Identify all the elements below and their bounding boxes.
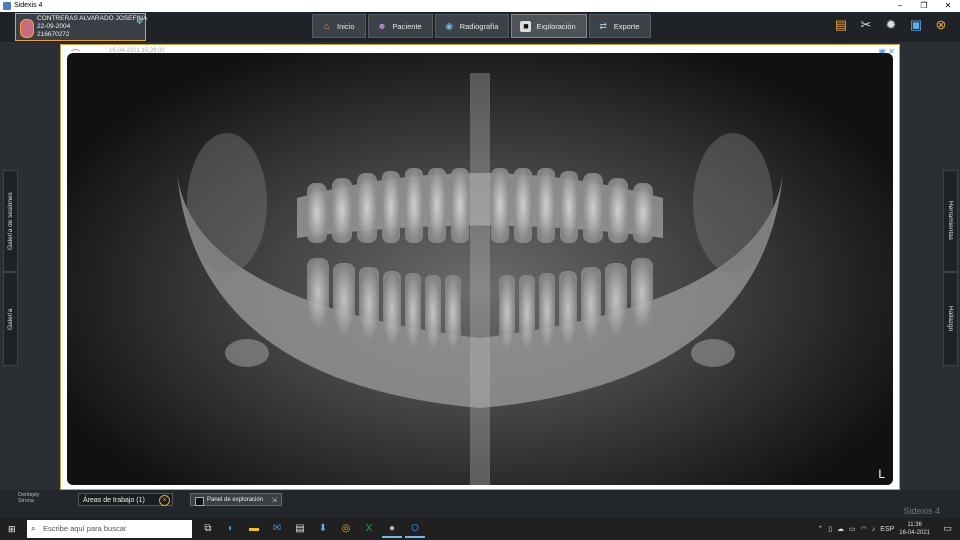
xray-icon: ◉ bbox=[445, 20, 454, 31]
nav-exporte[interactable]: ⇄ Exporte bbox=[588, 14, 651, 38]
brand-line2: Sirona bbox=[18, 498, 34, 504]
tab-galeria[interactable]: Galería bbox=[3, 272, 18, 366]
search-icon: ⌕ bbox=[31, 524, 36, 533]
taskbar-apps: ⧉ ◐ ▬ ✉ ▤ ⬇ ◎ X ● O bbox=[198, 520, 428, 538]
tools-icon[interactable]: ✂ bbox=[857, 16, 875, 34]
exploration-panel[interactable]: ⌒ 16-04-2021 15:28:00 ▣ ✕ bbox=[60, 44, 900, 490]
home-icon: ⌂ bbox=[323, 20, 330, 31]
patient-icon: ☻ bbox=[377, 20, 387, 31]
sidexis-app-icon[interactable]: ● bbox=[382, 520, 402, 538]
nav-label: Exporte bbox=[613, 21, 640, 31]
cloud-icon[interactable]: ☁ bbox=[837, 525, 844, 533]
windows-taskbar: ⊞ ⌕ Escribe aquí para buscar ⧉ ◐ ▬ ✉ ▤ ⬇… bbox=[0, 518, 960, 540]
sidexis-task-icon[interactable]: ⬇ bbox=[313, 520, 333, 538]
panel-icon bbox=[195, 497, 204, 506]
wifi-icon[interactable]: ◠ bbox=[861, 525, 867, 533]
network-icon[interactable]: ▭ bbox=[849, 525, 856, 533]
file-explorer-icon[interactable]: ▬ bbox=[244, 520, 264, 538]
close-button[interactable]: ✕ bbox=[936, 0, 960, 12]
nav-label: Radiografía bbox=[459, 21, 499, 31]
taskbar-search[interactable]: ⌕ Escribe aquí para buscar bbox=[27, 520, 192, 538]
nav-label: Inicio bbox=[337, 21, 355, 31]
chevron-up-icon[interactable]: ⌃ bbox=[817, 525, 823, 533]
volume-icon[interactable]: ♪ bbox=[872, 526, 876, 533]
windows-start-icon[interactable]: ⊞ bbox=[8, 524, 18, 534]
tab-label: Galería de sesiones bbox=[7, 192, 14, 250]
store-icon[interactable]: ▤ bbox=[290, 520, 310, 538]
clock[interactable]: 11:36 16-04-2021 bbox=[899, 521, 930, 537]
patient-id: 216670272 bbox=[37, 31, 70, 38]
outlook-icon[interactable]: O bbox=[405, 520, 425, 538]
exploration-icon: ■ bbox=[520, 20, 532, 32]
workspaces-tab[interactable]: Áreas de trabajo (1) × bbox=[78, 493, 173, 506]
nav-paciente[interactable]: ☻ Paciente bbox=[367, 14, 433, 38]
close-circle-icon[interactable]: ⊗ bbox=[932, 16, 950, 34]
app-name: Sidexis 4 bbox=[903, 506, 940, 516]
brand-logo: Dentsply Sirona bbox=[18, 492, 39, 504]
workflow-nav: ⌂ Inicio ☻ Paciente ◉ Radiografía ■ Expl… bbox=[312, 14, 653, 38]
close-icon[interactable]: × bbox=[159, 495, 170, 506]
window-titlebar: Sidexis 4 – ❐ ✕ bbox=[0, 0, 960, 12]
nav-exploracion[interactable]: ■ Exploración bbox=[511, 14, 587, 38]
task-view-icon[interactable]: ⧉ bbox=[198, 520, 218, 538]
orientation-marker: L bbox=[878, 467, 885, 481]
battery-icon[interactable]: ▯ bbox=[828, 525, 832, 533]
patient-card[interactable]: CONTRERAS ALVARADO JOSEFINA 22-09-2004 2… bbox=[15, 13, 148, 41]
exploration-panel-tab[interactable]: Panel de exploración ⇲ bbox=[190, 493, 282, 506]
tab-label: Galería bbox=[7, 308, 14, 330]
window-icon[interactable]: ▣ bbox=[907, 16, 925, 34]
notification-icon[interactable]: ▭ bbox=[943, 523, 952, 534]
clock-time: 11:36 bbox=[907, 522, 922, 528]
panel-label: Panel de exploración bbox=[207, 497, 264, 503]
notes-icon[interactable]: ▤ bbox=[832, 16, 850, 34]
top-bar: CONTRERAS ALVARADO JOSEFINA 22-09-2004 2… bbox=[0, 12, 960, 42]
tab-galeria-sesiones[interactable]: Galería de sesiones bbox=[3, 170, 18, 272]
maximize-button[interactable]: ❐ bbox=[912, 0, 936, 12]
patient-dob: 22-09-2004 bbox=[37, 23, 71, 30]
minimize-button[interactable]: – bbox=[888, 0, 912, 12]
pin-icon[interactable]: ✥ bbox=[136, 17, 143, 26]
nav-inicio[interactable]: ⌂ Inicio bbox=[312, 14, 366, 38]
detach-icon[interactable]: ⇲ bbox=[271, 494, 277, 507]
search-placeholder: Escribe aquí para buscar bbox=[43, 524, 127, 533]
settings-icon[interactable]: ✹ bbox=[882, 16, 900, 34]
nav-label: Exploración bbox=[536, 21, 576, 31]
export-icon: ⇄ bbox=[599, 20, 607, 31]
window-title: Sidexis 4 bbox=[14, 2, 43, 9]
nav-radiografia[interactable]: ◉ Radiografía bbox=[434, 14, 510, 38]
tab-label: Hallazgo bbox=[947, 306, 954, 332]
patient-avatar bbox=[20, 19, 34, 38]
edge-icon[interactable]: ◐ bbox=[221, 520, 241, 538]
clock-date: 16-04-2021 bbox=[899, 530, 930, 536]
panoramic-xray[interactable]: L bbox=[67, 53, 893, 485]
top-toolbar: ▤ ✂ ✹ ▣ ⊗ bbox=[825, 16, 950, 34]
bottom-bar: Dentsply Sirona Áreas de trabajo (1) × P… bbox=[0, 490, 960, 518]
tab-herramientas[interactable]: Herramientas bbox=[943, 170, 958, 272]
tab-label: Herramientas bbox=[947, 201, 954, 241]
workspaces-label: Áreas de trabajo (1) bbox=[83, 497, 145, 504]
mail-icon[interactable]: ✉ bbox=[267, 520, 287, 538]
language-indicator[interactable]: ESP bbox=[880, 526, 894, 533]
patient-name: CONTRERAS ALVARADO JOSEFINA bbox=[37, 15, 148, 22]
excel-icon[interactable]: X bbox=[359, 520, 379, 538]
chrome-icon[interactable]: ◎ bbox=[336, 520, 356, 538]
system-tray: ⌃ ▯ ☁ ▭ ◠ ♪ ESP 11:36 16-04-2021 bbox=[812, 518, 930, 540]
app-icon bbox=[3, 2, 11, 10]
nav-label: Paciente bbox=[392, 21, 422, 31]
xray-image bbox=[177, 73, 783, 485]
tab-hallazgo[interactable]: Hallazgo bbox=[943, 272, 958, 366]
